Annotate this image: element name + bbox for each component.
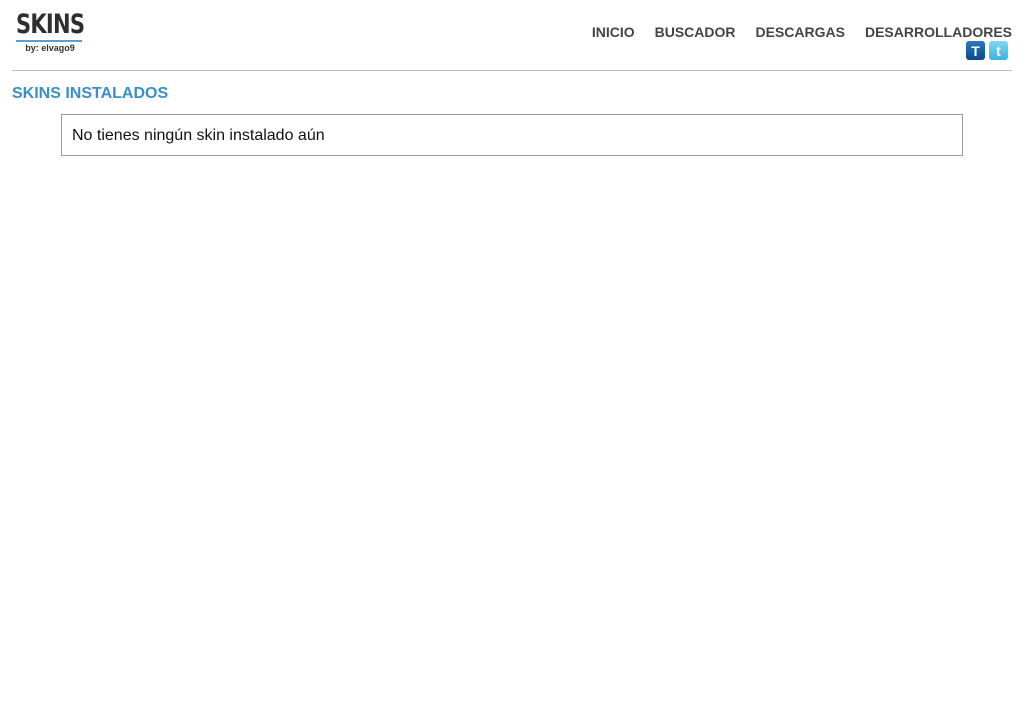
tuenti-icon[interactable]: T xyxy=(966,41,985,60)
nav-descargas[interactable]: DESCARGAS xyxy=(756,24,845,40)
empty-message: No tienes ningún skin instalado aún xyxy=(72,127,325,144)
logo[interactable]: SKINS by: elvago9 xyxy=(16,9,85,53)
main-nav: INICIO BUSCADOR DESCARGAS DESARROLLADORE… xyxy=(592,24,1012,40)
nav-buscador[interactable]: BUSCADOR xyxy=(655,24,736,40)
logo-underline xyxy=(16,40,82,42)
logo-byline: by: elvago9 xyxy=(25,43,75,53)
header-divider xyxy=(12,70,1012,71)
twitter-icon[interactable]: t xyxy=(989,41,1008,60)
social-links: T t xyxy=(966,41,1008,60)
logo-title: SKINS xyxy=(16,9,85,40)
nav-desarrolladores[interactable]: DESARROLLADORES xyxy=(865,24,1012,40)
section-title: SKINS INSTALADOS xyxy=(12,85,169,102)
nav-inicio[interactable]: INICIO xyxy=(592,24,635,40)
skins-list-empty: No tienes ningún skin instalado aún xyxy=(61,114,963,156)
